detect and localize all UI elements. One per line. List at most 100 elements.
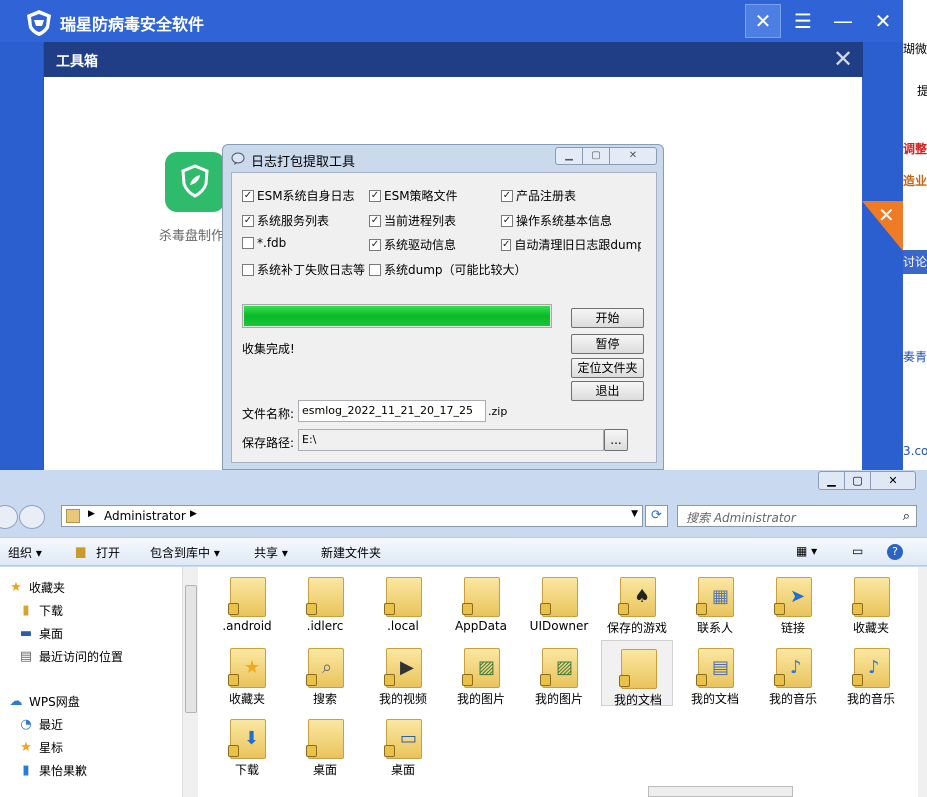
- checkbox-process-list[interactable]: ✓ 当前进程列表: [369, 212, 456, 229]
- checkbox-box[interactable]: ✓: [242, 214, 254, 227]
- checkbox-esm-policy[interactable]: ✓ ESM策略文件: [369, 187, 458, 204]
- chevron-right-icon[interactable]: ▶: [190, 509, 197, 519]
- file-item[interactable]: ▦ 联系人: [679, 569, 751, 635]
- checkbox-fdb[interactable]: *.fdb: [242, 236, 286, 250]
- chevron-right-icon[interactable]: ▶: [88, 509, 95, 519]
- file-item[interactable]: ▭ 桌面: [367, 711, 439, 777]
- file-item[interactable]: ♪ 我的音乐: [757, 640, 829, 706]
- explorer-titlebar[interactable]: ▁ ▢ ✕: [0, 470, 927, 502]
- refresh-icon[interactable]: ⟳: [645, 505, 668, 527]
- checkbox-box[interactable]: [242, 237, 254, 249]
- savepath-input[interactable]: E:\: [298, 429, 604, 451]
- checkbox-label: 系统驱动信息: [384, 238, 457, 252]
- toolbox-close-icon[interactable]: ✕: [829, 46, 857, 74]
- menu-icon[interactable]: ☰: [785, 4, 821, 38]
- preview-pane-icon[interactable]: ▭: [852, 544, 863, 558]
- checkbox-box[interactable]: ✓: [501, 189, 513, 202]
- ime-toolbar[interactable]: [648, 786, 793, 797]
- start-button[interactable]: 开始: [571, 308, 644, 328]
- pause-button[interactable]: 暂停: [571, 334, 644, 354]
- help-icon[interactable]: ?: [887, 544, 903, 560]
- close-icon[interactable]: ✕: [870, 471, 916, 490]
- checkbox-box[interactable]: ✓: [242, 189, 254, 202]
- file-item[interactable]: UIDowner: [523, 569, 595, 635]
- nav-recent-places[interactable]: ▤ 最近访问的位置: [18, 648, 123, 665]
- file-item[interactable]: ▨ 我的图片: [445, 640, 517, 706]
- file-item[interactable]: AppData: [445, 569, 517, 635]
- chevron-down-icon[interactable]: ▼: [631, 509, 638, 519]
- checkbox-registry[interactable]: ✓ 产品注册表: [501, 187, 576, 204]
- view-options-icon[interactable]: ▦ ▾: [796, 544, 817, 558]
- file-item[interactable]: 我的文档: [601, 640, 673, 707]
- file-item[interactable]: ▨ 我的图片: [523, 640, 595, 706]
- organize-button[interactable]: 组织 ▾: [8, 544, 42, 561]
- browse-button[interactable]: ...: [604, 429, 628, 451]
- file-item[interactable]: ▤ 我的文档: [679, 640, 751, 706]
- file-item[interactable]: .android: [211, 569, 283, 635]
- exit-button[interactable]: 退出: [571, 381, 644, 401]
- checkbox-box[interactable]: ✓: [369, 238, 381, 251]
- filename-input[interactable]: esmlog_2022_11_21_20_17_25: [298, 400, 486, 422]
- checkbox-system-dump[interactable]: 系统dump（可能比较大）: [369, 261, 527, 278]
- command-bar: 组织 ▾ ▆ 打开 包含到库中 ▾ 共享 ▾ 新建文件夹 ▦ ▾ ▭ ?: [0, 537, 927, 566]
- nav-recent[interactable]: ◔ 最近: [18, 716, 63, 733]
- checkbox-service-list[interactable]: ✓ 系统服务列表: [242, 212, 329, 229]
- minimize-icon[interactable]: ▁: [818, 471, 845, 490]
- include-library-button[interactable]: 包含到库中 ▾: [150, 544, 220, 561]
- file-item[interactable]: ♪ 我的音乐: [835, 640, 907, 706]
- open-button[interactable]: 打开: [96, 544, 120, 561]
- file-item[interactable]: .idlerc: [289, 569, 361, 635]
- maximize-icon[interactable]: ▢: [582, 147, 610, 165]
- close-icon[interactable]: ✕: [865, 4, 901, 38]
- search-input[interactable]: 搜索 Administrator ⌕: [677, 505, 917, 527]
- file-item[interactable]: ⌕ 搜索: [289, 640, 361, 706]
- checkbox-box[interactable]: ✓: [501, 238, 512, 251]
- file-item[interactable]: ⬇ 下载: [211, 711, 283, 777]
- checkbox-box[interactable]: [369, 263, 381, 276]
- minimize-icon[interactable]: —: [825, 4, 861, 38]
- nav-starred[interactable]: ★ 星标: [18, 739, 63, 756]
- checkbox-os-info[interactable]: ✓ 操作系统基本信息: [501, 212, 612, 229]
- dialog-titlebar[interactable]: 日志打包提取工具 ▁ ▢ ✕: [223, 145, 663, 173]
- file-item[interactable]: .local: [367, 569, 439, 635]
- content-scrollbar[interactable]: [918, 567, 927, 797]
- scrollbar-thumb[interactable]: [185, 585, 197, 713]
- forward-button[interactable]: [19, 505, 45, 529]
- share-button[interactable]: 共享 ▾: [254, 544, 288, 561]
- nav-wps-cloud[interactable]: ☁ WPS网盘: [8, 693, 80, 710]
- nav-item[interactable]: ▮ 果怡果歉: [18, 762, 87, 779]
- checkbox-box[interactable]: ✓: [501, 214, 513, 227]
- promo-close-icon[interactable]: ✕: [878, 203, 895, 227]
- back-button[interactable]: [0, 505, 18, 529]
- antivirus-disk-tool-icon[interactable]: [165, 152, 225, 212]
- checkbox-box[interactable]: ✓: [369, 189, 381, 202]
- file-item[interactable]: ♠ 保存的游戏: [601, 569, 673, 635]
- address-bar[interactable]: ▶ Administrator ▶ ▼: [61, 505, 643, 527]
- checkbox-auto-clean[interactable]: ✓ 自动清理旧日志跟dump: [501, 236, 641, 253]
- search-icon[interactable]: ⌕: [903, 509, 910, 524]
- file-item[interactable]: 桌面: [289, 711, 361, 777]
- checkbox-patch-fail[interactable]: 系统补丁失败日志等: [242, 261, 365, 278]
- nav-downloads[interactable]: ▮ 下载: [18, 602, 63, 619]
- maximize-icon[interactable]: ▢: [844, 471, 871, 490]
- new-folder-button[interactable]: 新建文件夹: [321, 544, 381, 561]
- status-text: 收集完成!: [242, 342, 295, 356]
- file-item[interactable]: 收藏夹: [835, 569, 907, 635]
- locate-folder-button[interactable]: 定位文件夹: [571, 358, 644, 378]
- nav-scrollbar[interactable]: [182, 567, 198, 797]
- checkbox-driver-info[interactable]: ✓ 系统驱动信息: [369, 236, 456, 253]
- minimize-icon[interactable]: ▁: [555, 147, 583, 165]
- checkbox-esm-log[interactable]: ✓ ESM系统自身日志: [242, 187, 355, 204]
- tools-icon[interactable]: ✕: [745, 4, 781, 38]
- antivirus-disk-tool-label[interactable]: 杀毒盘制作: [159, 225, 227, 244]
- file-item[interactable]: ➤ 链接: [757, 569, 829, 635]
- antivirus-titlebar[interactable]: 瑞星防病毒安全软件 ✕ ☰ — ✕: [0, 0, 903, 42]
- close-icon[interactable]: ✕: [609, 147, 657, 165]
- file-item[interactable]: ★ 收藏夹: [211, 640, 283, 706]
- nav-favorites[interactable]: ★ 收藏夹: [8, 579, 65, 596]
- checkbox-label: ESM系统自身日志: [257, 189, 355, 203]
- nav-desktop[interactable]: ▬ 桌面: [18, 625, 63, 642]
- file-item[interactable]: ▶ 我的视频: [367, 640, 439, 706]
- checkbox-box[interactable]: [242, 263, 254, 276]
- checkbox-box[interactable]: ✓: [369, 214, 381, 227]
